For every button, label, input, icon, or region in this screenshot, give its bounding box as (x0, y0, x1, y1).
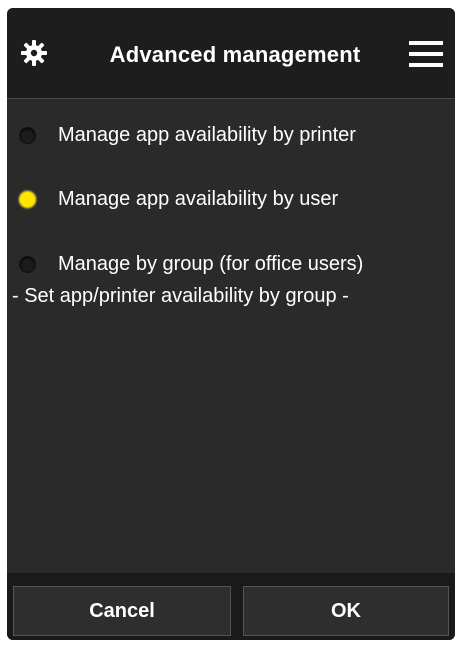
radio-button-selected[interactable] (19, 191, 36, 208)
cancel-button[interactable]: Cancel (13, 586, 231, 636)
option-label: Manage by group (for office users) (58, 253, 364, 275)
radio-button-unselected[interactable] (19, 127, 36, 144)
radio-button-unselected[interactable] (19, 256, 36, 273)
option-by-user[interactable]: Manage app availability by user (19, 188, 338, 211)
hamburger-menu-icon[interactable] (409, 40, 443, 68)
option-label: Manage app availability by printer (58, 124, 356, 146)
footer-bar: Cancel OK (7, 573, 455, 640)
group-option-description: - Set app/printer availability by group … (12, 285, 349, 307)
option-label: Manage app availability by user (58, 188, 339, 210)
header-bar: Advanced management (7, 8, 455, 99)
option-by-group[interactable]: Manage by group (for office users) (19, 253, 363, 276)
page-title: Advanced management (109, 42, 361, 67)
option-by-printer[interactable]: Manage app availability by printer (19, 124, 356, 147)
management-options: Manage app availability by printer Manag… (7, 99, 455, 573)
app-screen: Advanced management Manage app availabil… (7, 8, 455, 640)
ok-button[interactable]: OK (243, 586, 449, 636)
